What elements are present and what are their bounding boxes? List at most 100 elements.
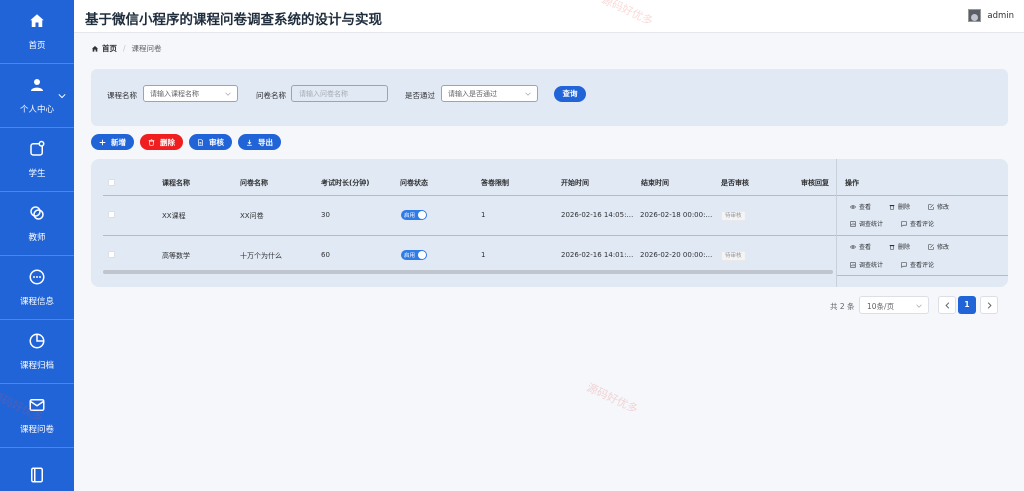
sidebar-item-more[interactable]: [0, 448, 74, 491]
avatar[interactable]: [968, 9, 982, 22]
column-header[interactable]: 问卷状态: [400, 178, 428, 188]
edit-action[interactable]: 修改: [928, 202, 949, 211]
column-header: 操作: [845, 179, 859, 187]
sidebar-item-teacher[interactable]: 教师: [0, 192, 74, 256]
stats-action-label: 调查统计: [859, 262, 884, 269]
sidebar-item-label: 课程问卷: [19, 425, 54, 435]
sidebar-item-student[interactable]: 学生: [0, 128, 74, 192]
cell-duration: 60: [321, 251, 330, 259]
cell-survey: XX问卷: [240, 212, 264, 220]
column-header[interactable]: 是否审核: [721, 178, 749, 188]
column-header[interactable]: 考试时长(分钟): [321, 178, 369, 188]
view-action[interactable]: 查看: [850, 242, 871, 251]
username[interactable]: admin: [987, 11, 1014, 21]
add-button[interactable]: 新增: [91, 134, 134, 150]
comments-action-label: 查看评论: [910, 262, 935, 269]
column-header[interactable]: 课程名称: [162, 178, 190, 188]
pass-select[interactable]: 请输入是否通过: [441, 85, 538, 102]
sidebar-item-course-info[interactable]: 课程信息: [0, 256, 74, 320]
breadcrumb-separator: /: [123, 44, 126, 53]
sidebar-item-label: 学生: [28, 169, 46, 179]
row-checkbox[interactable]: [108, 211, 115, 218]
cell-limit: 1: [481, 251, 486, 259]
cell-survey: 十万个为什么: [240, 252, 282, 260]
chevron-down-icon: [916, 304, 922, 308]
sidebar-item-label: 教师: [28, 233, 46, 243]
cell-course: 高等数学: [162, 252, 190, 260]
sidebar-item-profile[interactable]: 个人中心: [0, 64, 74, 128]
review-status-tag: 待审核: [721, 211, 746, 221]
breadcrumb: 首页 / 课程问卷: [91, 43, 162, 54]
query-button[interactable]: 查询: [554, 86, 586, 102]
operations-column: 操作 查看 删除 修改 调查统计 查看评论 查看 删除 修改 调查统计 查看评论: [836, 159, 1008, 287]
chevron-right-icon: [987, 301, 992, 309]
teacher-icon: [30, 206, 44, 220]
column-header[interactable]: 审核回复: [801, 178, 829, 188]
comments-action[interactable]: 查看评论: [901, 260, 934, 269]
document-icon: [198, 138, 203, 146]
toggle-knob: [418, 211, 426, 219]
survey-name-input[interactable]: 请输入问卷名称: [291, 85, 388, 102]
sidebar-item-label: 个人中心: [19, 105, 54, 115]
row-divider: [837, 235, 1008, 236]
pass-label: 是否通过: [405, 91, 435, 100]
chart-icon: [850, 261, 856, 268]
sidebar-item-course-archive[interactable]: 课程归档: [0, 320, 74, 384]
app-title: 基于微信小程序的课程问卷调查系统的设计与实现: [85, 12, 382, 28]
horizontal-scrollbar[interactable]: [103, 270, 833, 274]
data-table: 课程名称 问卷名称 考试时长(分钟) 问卷状态 答卷限制 开始时间 结束时间 是…: [91, 159, 1008, 287]
select-all-checkbox[interactable]: [108, 179, 115, 186]
review-button[interactable]: 审核: [189, 134, 232, 150]
prev-page-button[interactable]: [938, 296, 956, 314]
cell-course: XX课程: [162, 212, 186, 220]
pie-icon: [29, 333, 45, 349]
page-size-select[interactable]: 10条/页: [859, 296, 929, 314]
chart-icon: [850, 220, 856, 227]
row-checkbox[interactable]: [108, 251, 115, 258]
edit-action-label: 修改: [937, 244, 950, 251]
column-header[interactable]: 问卷名称: [240, 178, 268, 188]
delete-action[interactable]: 删除: [889, 202, 910, 211]
plus-icon: [99, 139, 106, 145]
breadcrumb-home[interactable]: 首页: [102, 43, 117, 54]
sidebar-item-home[interactable]: 首页: [0, 0, 74, 64]
edit-action[interactable]: 修改: [928, 242, 949, 251]
course-name-placeholder: 请输入课程名称: [150, 90, 199, 98]
user-menu[interactable]: admin: [968, 9, 1014, 22]
trash-icon: [889, 204, 895, 210]
status-toggle[interactable]: 启用: [401, 210, 427, 220]
review-button-label: 审核: [209, 137, 224, 147]
eye-icon: [850, 204, 856, 209]
sidebar-item-label: 课程信息: [19, 297, 54, 307]
chevron-left-icon: [944, 301, 949, 309]
export-button[interactable]: 导出: [238, 134, 281, 150]
page-size-value: 10条/页: [867, 302, 895, 311]
notebook-icon: [31, 467, 43, 483]
home-icon: [92, 45, 98, 52]
stats-action[interactable]: 调查统计: [850, 260, 883, 269]
stats-action-label: 调查统计: [859, 221, 884, 228]
status-toggle[interactable]: 启用: [401, 250, 427, 260]
delete-action[interactable]: 删除: [889, 242, 910, 251]
page-number-1[interactable]: 1: [958, 296, 976, 314]
chevron-down-icon: [225, 92, 231, 96]
course-name-select[interactable]: 请输入课程名称: [143, 85, 238, 102]
stats-action[interactable]: 调查统计: [850, 219, 883, 228]
chevron-down-icon: [58, 94, 66, 99]
home-icon: [30, 14, 44, 27]
breadcrumb-current: 课程问卷: [131, 44, 162, 53]
view-action[interactable]: 查看: [850, 202, 871, 211]
comments-action[interactable]: 查看评论: [901, 219, 934, 228]
status-toggle-label: 启用: [404, 213, 416, 219]
toggle-knob: [418, 251, 426, 259]
cell-end-time: 2026-02-18 00:00:…: [640, 211, 713, 219]
column-header[interactable]: 答卷限制: [481, 178, 509, 188]
edit-action-label: 修改: [937, 204, 950, 211]
delete-button-label: 删除: [160, 137, 175, 147]
column-header[interactable]: 结束时间: [641, 178, 669, 188]
next-page-button[interactable]: [980, 296, 998, 314]
delete-action-label: 删除: [898, 204, 911, 211]
column-header[interactable]: 开始时间: [561, 178, 589, 188]
survey-name-placeholder: 请输入问卷名称: [299, 90, 348, 98]
delete-button[interactable]: 删除: [140, 134, 183, 150]
